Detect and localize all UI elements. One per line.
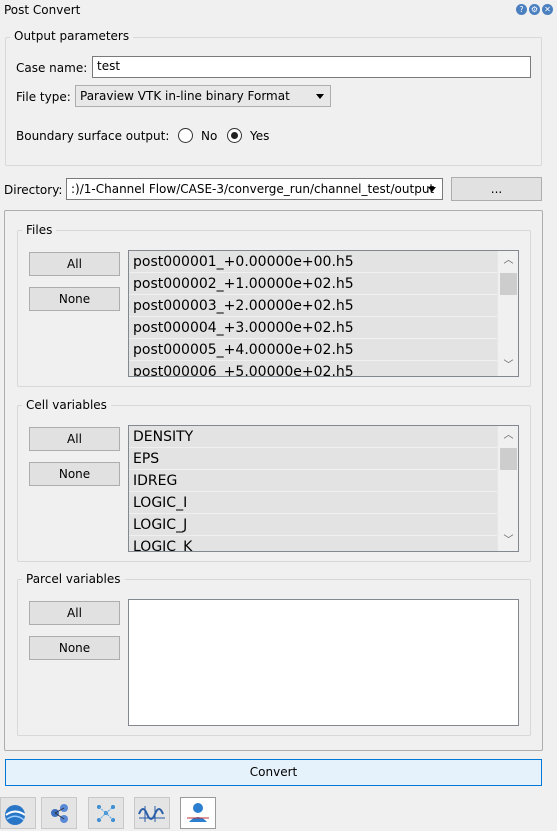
- cell-scrollbar[interactable]: ︿ ﹀: [497, 426, 518, 551]
- file-type-value: Paraview VTK in-line binary Format: [80, 89, 290, 103]
- chevron-down-icon: [428, 187, 436, 192]
- window-title: Post Convert: [4, 3, 81, 17]
- files-scrollbar[interactable]: ︿ ﹀: [497, 251, 518, 376]
- chevron-down-icon: [316, 94, 324, 99]
- boundary-surface-label: Boundary surface output:: [16, 129, 170, 143]
- file-list-item[interactable]: post000005_+4.00000e+02.h5: [129, 339, 518, 361]
- cell-variable-item[interactable]: EPS: [129, 448, 518, 470]
- bottom-tab-bar: [0, 797, 557, 829]
- cell-all-button[interactable]: All: [29, 427, 120, 451]
- scroll-thumb[interactable]: [500, 273, 517, 295]
- parcel-variables-label: Parcel variables: [22, 572, 125, 586]
- radio-yes[interactable]: [227, 128, 242, 143]
- title-bar: Post Convert ? ⚙ ✕: [0, 0, 557, 22]
- case-name-label: Case name:: [16, 61, 88, 75]
- files-list[interactable]: post000001_+0.00000e+00.h5 post000002_+1.…: [128, 250, 519, 377]
- wave-icon: [138, 806, 165, 822]
- cell-variable-item[interactable]: DENSITY: [129, 426, 518, 448]
- convert-button[interactable]: Convert: [5, 759, 542, 786]
- case-name-input[interactable]: test: [92, 56, 531, 78]
- tab-globe[interactable]: [0, 797, 36, 829]
- cell-variable-item[interactable]: LOGIC_I: [129, 492, 518, 514]
- file-list-item[interactable]: post000003_+2.00000e+02.h5: [129, 295, 518, 317]
- cell-variables-label: Cell variables: [22, 398, 111, 412]
- scroll-up-icon[interactable]: ︿: [498, 253, 518, 269]
- globe-icon: [5, 805, 26, 825]
- parcel-none-button[interactable]: None: [29, 636, 120, 660]
- cell-variables-list[interactable]: DENSITY EPS IDREG LOGIC_I LOGIC_J LOGIC_K ︿ ﹀: [128, 425, 519, 552]
- tab-network[interactable]: [88, 797, 124, 829]
- output-parameters-label: Output parameters: [10, 29, 134, 43]
- cell-rows: DENSITY EPS IDREG LOGIC_I LOGIC_J LOGIC_K: [129, 426, 518, 551]
- files-all-button[interactable]: All: [29, 252, 120, 276]
- file-list-item[interactable]: post000001_+0.00000e+00.h5: [129, 251, 518, 273]
- files-none-button[interactable]: None: [29, 287, 120, 311]
- tab-user[interactable]: [180, 797, 216, 829]
- files-label: Files: [22, 223, 57, 237]
- parcel-all-button[interactable]: All: [29, 601, 120, 625]
- user-icon: [187, 803, 209, 822]
- cell-none-button[interactable]: None: [29, 462, 120, 486]
- radio-no[interactable]: [178, 128, 193, 143]
- file-list-item[interactable]: post000004_+3.00000e+02.h5: [129, 317, 518, 339]
- file-type-label: File type:: [16, 90, 71, 104]
- radio-yes-label: Yes: [250, 129, 270, 143]
- tab-molecule[interactable]: [41, 797, 77, 829]
- close-icon[interactable]: ✕: [542, 4, 553, 15]
- directory-value: :)/1-Channel Flow/CASE-3/converge_run/ch…: [71, 182, 435, 196]
- scroll-thumb[interactable]: [500, 448, 517, 470]
- molecule-icon: [51, 804, 68, 823]
- tab-wave[interactable]: [134, 797, 170, 829]
- browse-button[interactable]: ...: [451, 177, 542, 201]
- parcel-variables-list[interactable]: [128, 599, 519, 726]
- scroll-up-icon[interactable]: ︿: [498, 428, 518, 444]
- radio-no-label: No: [201, 129, 218, 143]
- network-icon: [97, 805, 115, 822]
- scroll-down-icon[interactable]: ﹀: [498, 358, 518, 374]
- files-rows: post000001_+0.00000e+00.h5 post000002_+1.…: [129, 251, 518, 376]
- file-list-item[interactable]: post000006_+5.00000e+02.h5: [129, 361, 518, 376]
- directory-label: Directory:: [4, 183, 63, 197]
- settings-icon[interactable]: ⚙: [529, 4, 540, 15]
- cell-variable-item[interactable]: IDREG: [129, 470, 518, 492]
- cell-variable-item[interactable]: LOGIC_J: [129, 514, 518, 536]
- file-type-select[interactable]: Paraview VTK in-line binary Format: [75, 85, 331, 107]
- file-list-item[interactable]: post000002_+1.00000e+02.h5: [129, 273, 518, 295]
- directory-select[interactable]: :)/1-Channel Flow/CASE-3/converge_run/ch…: [66, 178, 443, 200]
- scroll-down-icon[interactable]: ﹀: [498, 533, 518, 549]
- cell-variable-item[interactable]: LOGIC_K: [129, 536, 518, 551]
- help-icon[interactable]: ?: [516, 4, 527, 15]
